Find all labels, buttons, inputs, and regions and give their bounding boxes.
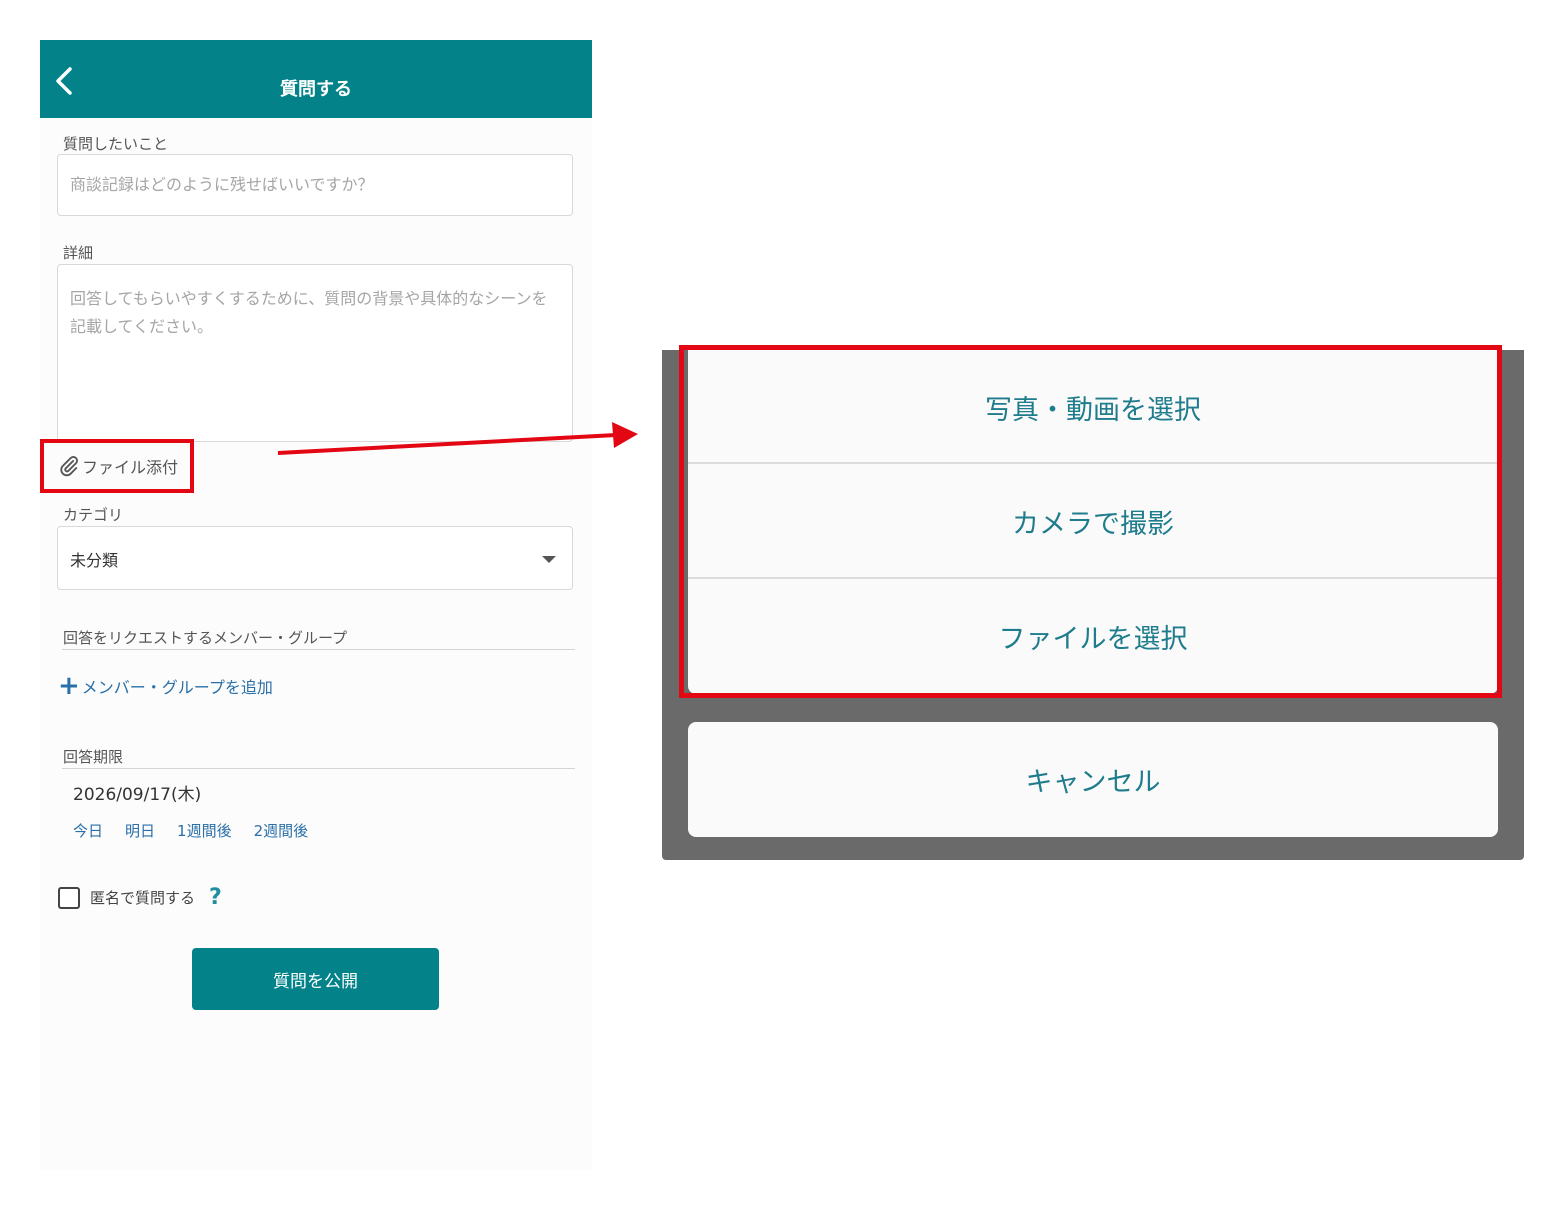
question-placeholder: 商談記録はどのように残せばいいですか？ xyxy=(70,175,374,194)
details-textarea[interactable]: 回答してもらいやすくするために、質問の背景や具体的なシーンを記載してください。 xyxy=(57,264,573,442)
cancel-button[interactable]: キャンセル xyxy=(688,722,1498,837)
add-member-group-link[interactable]: + メンバー・グループを追加 xyxy=(58,671,273,701)
app-header: 質問する xyxy=(40,40,592,118)
options-highlight-box xyxy=(679,345,1502,698)
quick-date-today[interactable]: 今日 xyxy=(73,820,103,841)
divider xyxy=(62,649,575,650)
add-member-group-label: メンバー・グループを追加 xyxy=(81,678,273,697)
deadline-date-field[interactable]: 2026/09/17(木) xyxy=(73,780,201,805)
category-value: 未分類 xyxy=(70,551,119,570)
plus-icon: + xyxy=(58,671,80,701)
quick-date-options: 今日 明日 1週間後 2週間後 xyxy=(73,820,308,841)
anonymous-row: 匿名で質問する ? xyxy=(58,885,222,910)
anonymous-label: 匿名で質問する xyxy=(90,889,196,907)
quick-date-2weeks[interactable]: 2週間後 xyxy=(254,820,309,841)
question-input[interactable]: 商談記録はどのように残せばいいですか？ xyxy=(57,154,573,216)
quick-date-1week[interactable]: 1週間後 xyxy=(177,820,232,841)
question-form-screen: 質問する 質問したいこと 商談記録はどのように残せばいいですか？ 詳細 回答して… xyxy=(40,40,592,1170)
attachment-highlight-box xyxy=(40,439,194,493)
publish-question-button[interactable]: 質問を公開 xyxy=(192,948,439,1010)
question-label: 質問したいこと xyxy=(63,135,169,153)
request-members-label: 回答をリクエストするメンバー・グループ xyxy=(63,629,348,647)
anonymous-checkbox[interactable] xyxy=(58,886,80,909)
page-title: 質問する xyxy=(280,79,352,100)
help-icon[interactable]: ? xyxy=(209,885,222,910)
details-label: 詳細 xyxy=(63,244,94,262)
caret-down-icon xyxy=(542,556,556,563)
arrow-right-icon xyxy=(277,422,638,455)
divider xyxy=(62,768,575,769)
category-select[interactable]: 未分類 xyxy=(57,526,573,590)
details-placeholder: 回答してもらいやすくするために、質問の背景や具体的なシーンを記載してください。 xyxy=(70,289,548,336)
deadline-label: 回答期限 xyxy=(63,748,124,766)
quick-date-tomorrow[interactable]: 明日 xyxy=(125,820,155,841)
category-label: カテゴリ xyxy=(63,506,124,524)
